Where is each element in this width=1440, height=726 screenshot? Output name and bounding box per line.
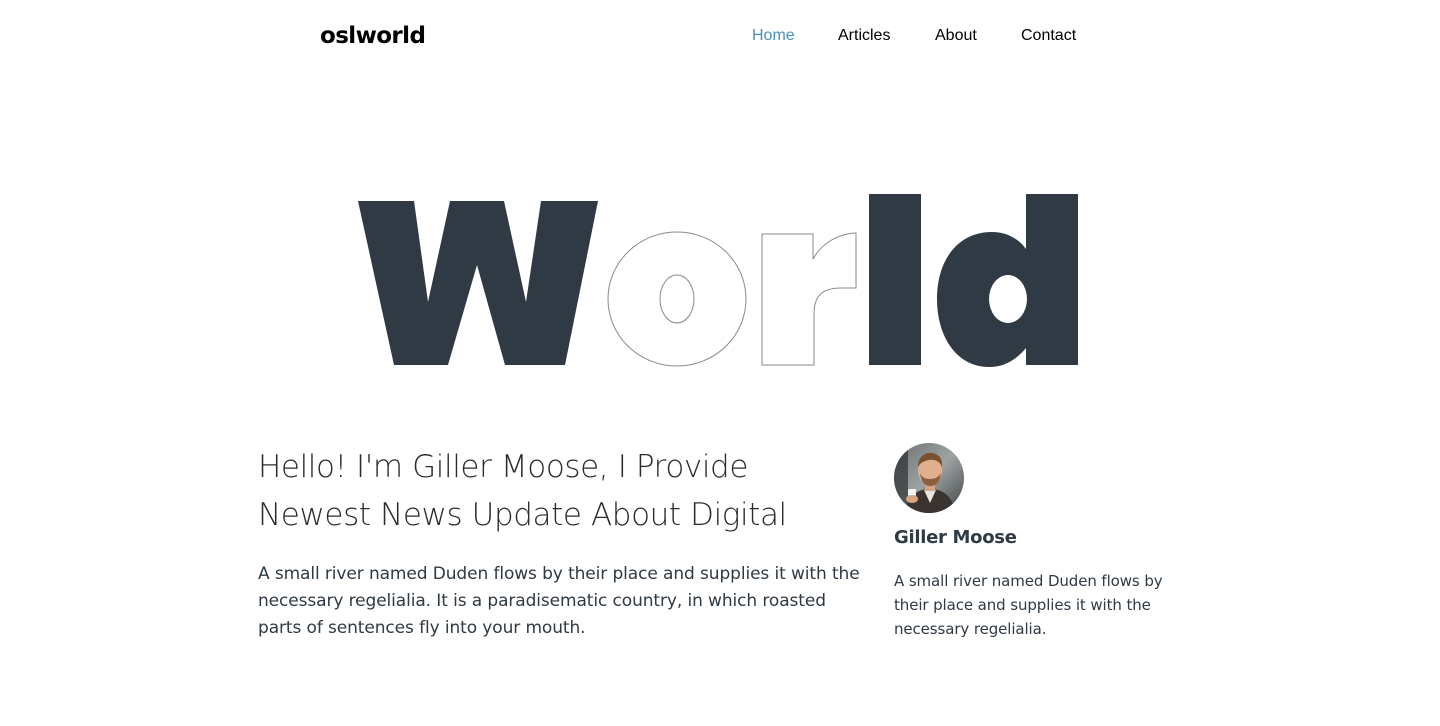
main-nav: Home Articles About Contact — [752, 26, 1101, 46]
nav-link-contact[interactable]: Contact — [1021, 26, 1101, 46]
hero-letter-r — [761, 232, 857, 366]
intro-section: Hello! I'm Giller Moose, I Provide Newes… — [258, 443, 868, 642]
hero-word — [358, 194, 1078, 367]
author-bio: A small river named Duden flows by their… — [894, 572, 1163, 638]
author-avatar — [894, 443, 964, 513]
author-name: Giller Moose — [894, 527, 1017, 548]
hero-letter-o — [607, 231, 747, 367]
intro-heading-line1: Hello! I'm Giller Moose, I Provide — [258, 449, 748, 485]
nav-item-articles: Articles — [838, 26, 935, 46]
hero-letter-w — [358, 201, 598, 365]
site-header: oslworld Home Articles About Contact — [0, 0, 1440, 72]
hero-letter-d — [937, 194, 1078, 367]
nav-link-articles[interactable]: Articles — [838, 26, 935, 46]
hero-banner — [0, 170, 1440, 390]
nav-item-about: About — [935, 26, 1021, 46]
intro-heading-line2: Newest News Update About Digital — [258, 497, 787, 533]
nav-item-home: Home — [752, 26, 838, 46]
intro-body: A small river named Duden flows by their… — [258, 564, 860, 638]
nav-link-about[interactable]: About — [935, 26, 1021, 46]
nav-item-contact: Contact — [1021, 26, 1101, 46]
nav-link-home[interactable]: Home — [752, 26, 838, 46]
hero-letter-l — [869, 194, 921, 365]
intro-heading: Hello! I'm Giller Moose, I Provide Newes… — [258, 443, 868, 539]
author-card: Giller Moose A small river named Duden f… — [894, 443, 1194, 641]
site-logo[interactable]: oslworld — [320, 20, 426, 52]
